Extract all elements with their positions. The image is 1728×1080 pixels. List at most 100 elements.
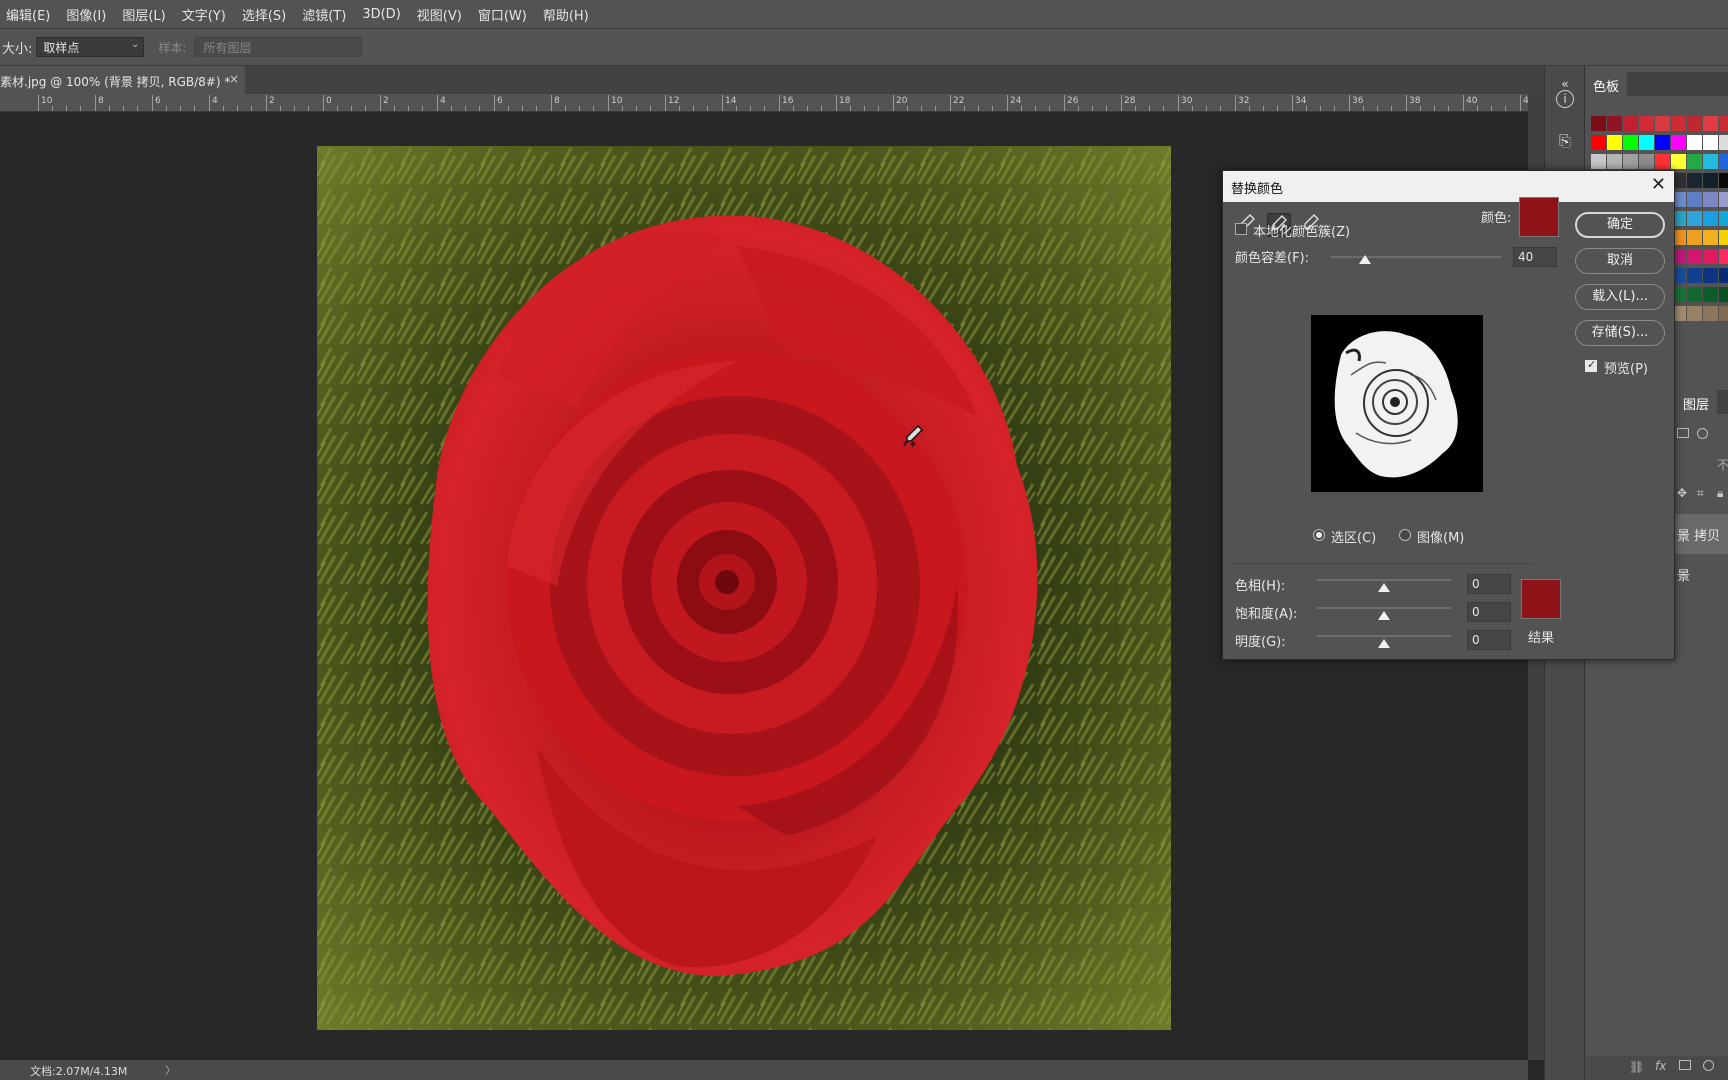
status-menu-arrow-icon[interactable]: 〉 [165,1062,176,1078]
fuzziness-slider[interactable] [1331,256,1501,258]
view-selection-radio[interactable] [1313,529,1325,541]
fuzziness-slider-knob[interactable] [1359,255,1371,264]
color-swatch[interactable] [1703,249,1718,264]
color-swatch[interactable] [1655,154,1670,169]
preview-checkbox[interactable] [1585,358,1597,372]
menu-type[interactable]: 文字(Y) [182,5,226,24]
add-mask-icon[interactable] [1679,1060,1691,1070]
color-swatch[interactable] [1703,268,1718,283]
color-swatch[interactable] [1703,211,1718,226]
menu-layer[interactable]: 图层(L) [122,5,165,24]
sample-size-select[interactable]: 取样点 ⌄ [36,37,145,57]
color-swatch[interactable] [1719,230,1728,245]
color-swatch[interactable] [1719,173,1728,188]
properties-icon[interactable]: ⎘ [1553,132,1577,156]
color-swatch[interactable] [1719,135,1728,150]
sample-select[interactable]: 所有图层 [194,37,363,57]
color-swatch[interactable] [1687,230,1702,245]
color-swatch[interactable] [1687,211,1702,226]
view-image-radio[interactable] [1399,529,1411,541]
color-swatch[interactable] [1623,116,1638,131]
color-swatch[interactable] [1671,154,1686,169]
lightness-slider[interactable] [1317,635,1451,637]
dialog-title-bar[interactable]: 替换颜色 ✕ [1223,171,1674,202]
color-swatch[interactable] [1703,135,1718,150]
color-swatch[interactable] [1687,192,1702,207]
color-swatch[interactable] [1655,116,1670,131]
color-swatch[interactable] [1719,116,1728,131]
result-color-swatch[interactable] [1521,579,1561,619]
color-swatch[interactable] [1591,135,1606,150]
load-button[interactable]: 载入(L)... [1575,284,1665,310]
info-icon[interactable]: i [1556,90,1574,108]
color-swatch[interactable] [1687,306,1702,321]
color-swatch[interactable] [1719,306,1728,321]
link-layers-icon[interactable]: ⛓︎ [1629,1060,1644,1074]
color-swatch[interactable] [1671,116,1686,131]
cancel-button[interactable]: 取消 [1575,248,1665,274]
color-swatch[interactable] [1703,230,1718,245]
color-swatch[interactable] [1639,154,1654,169]
menu-image[interactable]: 图像(I) [66,5,106,24]
selection-preview[interactable] [1311,315,1483,492]
menu-help[interactable]: 帮助(H) [543,5,589,24]
lock-position-icon[interactable]: ✥ [1677,486,1687,500]
fuzziness-input[interactable]: 40 [1513,247,1557,267]
saturation-slider[interactable] [1317,607,1451,609]
color-swatch[interactable] [1703,173,1718,188]
color-swatch[interactable] [1719,154,1728,169]
menu-3d[interactable]: 3D(D) [362,7,400,22]
color-swatch[interactable] [1623,154,1638,169]
color-swatch[interactable] [1639,135,1654,150]
color-swatch[interactable] [1687,287,1702,302]
color-swatch[interactable] [1703,116,1718,131]
ok-button[interactable]: 确定 [1575,212,1665,238]
color-swatch[interactable] [1591,116,1606,131]
layers-tab[interactable]: 图层 [1675,390,1718,414]
menu-edit[interactable]: 编辑(E) [6,5,50,24]
saturation-input[interactable]: 0 [1467,602,1511,622]
layer-filter-adjust-icon[interactable] [1697,428,1708,439]
menu-filter[interactable]: 滤镜(T) [302,5,346,24]
color-swatch[interactable] [1687,173,1702,188]
layer-filter-image-icon[interactable] [1677,428,1689,438]
close-icon[interactable]: × [229,72,239,86]
hue-slider[interactable] [1317,579,1451,581]
save-button[interactable]: 存储(S)... [1575,320,1665,346]
lock-all-icon[interactable]: 🔒︎ [1717,486,1723,501]
color-swatch[interactable] [1719,249,1728,264]
color-swatch[interactable] [1607,154,1622,169]
color-swatch[interactable] [1623,135,1638,150]
color-swatch[interactable] [1687,116,1702,131]
menu-view[interactable]: 视图(V) [417,5,462,24]
rose-photo[interactable] [317,146,1171,1030]
hue-input[interactable]: 0 [1467,574,1511,594]
menu-window[interactable]: 窗口(W) [478,5,527,24]
color-swatch[interactable] [1719,268,1728,283]
color-swatch[interactable] [1687,135,1702,150]
color-swatch[interactable] [1607,116,1622,131]
menu-select[interactable]: 选择(S) [242,5,286,24]
color-swatch[interactable] [1703,306,1718,321]
color-swatch[interactable] [1703,192,1718,207]
layer-style-icon[interactable]: fx [1655,1059,1666,1073]
lightness-input[interactable]: 0 [1467,630,1511,650]
color-swatch[interactable] [1639,116,1654,131]
color-swatch[interactable] [1719,287,1728,302]
document-tab[interactable]: 素材.jpg @ 100% (背景 拷贝, RGB/8#) * × [0,66,245,94]
swatches-tab[interactable]: 色板 [1585,72,1628,96]
lock-artboard-icon[interactable]: ⌗ [1697,486,1704,501]
saturation-slider-knob[interactable] [1378,611,1390,620]
color-swatch[interactable] [1703,154,1718,169]
color-swatch[interactable] [1703,287,1718,302]
color-swatch[interactable] [1687,249,1702,264]
hue-slider-knob[interactable] [1378,583,1390,592]
adjustment-layer-icon[interactable] [1703,1060,1714,1071]
localized-clusters-checkbox[interactable] [1235,223,1247,235]
color-swatch[interactable] [1719,211,1728,226]
lightness-slider-knob[interactable] [1378,639,1390,648]
color-swatch[interactable] [1591,154,1606,169]
color-swatch[interactable] [1655,135,1670,150]
color-swatch[interactable] [1687,268,1702,283]
color-swatch[interactable] [1607,135,1622,150]
